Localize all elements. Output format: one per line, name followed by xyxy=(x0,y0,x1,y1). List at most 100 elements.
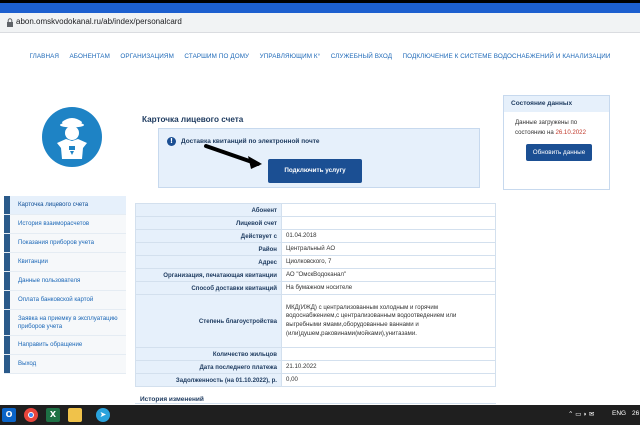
windows-taskbar: O X ➤ ⌃ ▭ ◗ ✉ ENG 26 xyxy=(0,405,640,425)
row-label: Лицевой счет xyxy=(135,216,282,230)
table-row: Способ доставки квитанций На бумажном нос… xyxy=(135,281,496,295)
sidebar-item-label: Направить обращение xyxy=(18,341,83,348)
status-line-1: Данные загружены по xyxy=(515,119,578,126)
row-value xyxy=(281,347,496,361)
table-row: Лицевой счет xyxy=(135,216,496,230)
file-explorer-icon[interactable] xyxy=(68,408,82,422)
row-label: Район xyxy=(135,242,282,256)
nav-subscribers[interactable]: АБОНЕНТАМ xyxy=(70,53,110,60)
nav-home[interactable]: ГЛАВНАЯ xyxy=(29,53,59,60)
row-value xyxy=(281,216,496,230)
account-info-table: Абонент Лицевой счет Действует с 01.04.20… xyxy=(135,203,496,387)
status-line-2: состоянию на 26.10.2022 xyxy=(515,129,586,136)
table-row: Степень благоустройства МКД(ИЖД) с центра… xyxy=(135,294,496,348)
table-row: Дата последнего платежа 21.10.2022 xyxy=(135,360,496,374)
sidebar-item-send-request[interactable]: Направить обращение xyxy=(4,336,126,355)
sidebar-item-settlement-history[interactable]: История взаиморасчетов xyxy=(4,215,126,234)
row-label: Действует с xyxy=(135,229,282,243)
sidebar-marker xyxy=(4,253,10,271)
lock-icon xyxy=(7,18,13,27)
table-row: Абонент xyxy=(135,203,496,217)
nav-organizations[interactable]: ОРГАНИЗАЦИЯМ xyxy=(120,53,174,60)
sidebar-item-receipts[interactable]: Квитанции xyxy=(4,253,126,272)
sidebar-item-meter-acceptance[interactable]: Заявка на приемку в эксплуатацию приборо… xyxy=(4,310,126,336)
sidebar-menu: Карточка лицевого счета История взаимора… xyxy=(4,196,126,374)
sidebar-marker xyxy=(4,291,10,309)
table-row: Количество жильцов xyxy=(135,347,496,361)
sidebar-marker xyxy=(4,272,10,290)
sidebar-item-label: Заявка на приемку в эксплуатацию приборо… xyxy=(18,314,118,330)
info-icon: ! xyxy=(167,137,176,146)
browser-window: abon.omskvodokanal.ru/ab/index/personalc… xyxy=(0,13,640,405)
sidebar-item-meter-readings[interactable]: Показания приборов учета xyxy=(4,234,126,253)
connect-service-button[interactable]: Подключить услугу xyxy=(268,159,362,183)
table-row: Задолженность (на 01.10.2022), р. 0,00 xyxy=(135,373,496,387)
row-value: 01.04.2018 xyxy=(281,229,496,243)
page-content: ГЛАВНАЯ АБОНЕНТАМ ОРГАНИЗАЦИЯМ СТАРШИМ П… xyxy=(0,33,640,405)
sidebar-marker xyxy=(4,196,10,214)
sidebar-item-account-card[interactable]: Карточка лицевого счета xyxy=(4,196,126,215)
sidebar-item-user-data[interactable]: Данные пользователя xyxy=(4,272,126,291)
status-date: 26.10.2022 xyxy=(555,129,586,136)
address-bar[interactable]: abon.omskvodokanal.ru/ab/index/personalc… xyxy=(0,13,640,33)
row-label: Способ доставки квитанций xyxy=(135,281,282,295)
user-avatar-logo xyxy=(42,107,102,167)
row-value: 21.10.2022 xyxy=(281,360,496,374)
table-row: Адрес Циолковского, 7 xyxy=(135,255,496,269)
table-row: Район Центральный АО xyxy=(135,242,496,256)
row-label: Задолженность (на 01.10.2022), р. xyxy=(135,373,282,387)
row-label: Дата последнего платежа xyxy=(135,360,282,374)
row-value: Циолковского, 7 xyxy=(281,255,496,269)
excel-icon[interactable]: X xyxy=(46,408,60,422)
table-row: Действует с 01.04.2018 xyxy=(135,229,496,243)
sidebar-item-label: История взаиморасчетов xyxy=(18,220,90,227)
nav-management-companies[interactable]: УПРАВЛЯЮЩИМ К° xyxy=(260,53,321,60)
browser-tab-strip xyxy=(0,3,640,13)
telegram-icon[interactable]: ➤ xyxy=(96,408,110,422)
sidebar-item-label: Оплата банковской картой xyxy=(18,296,94,303)
top-navigation: ГЛАВНАЯ АБОНЕНТАМ ОРГАНИЗАЦИЯМ СТАРШИМ П… xyxy=(0,45,640,63)
nav-connection[interactable]: ПОДКЛЮЧЕНИЕ К СИСТЕМЕ ВОДОСНАБЖЕНИЙ И КА… xyxy=(403,53,611,60)
row-value xyxy=(281,203,496,217)
chrome-icon[interactable] xyxy=(24,408,38,422)
sidebar-marker xyxy=(4,310,10,335)
language-indicator[interactable]: ENG xyxy=(612,410,626,417)
nav-house-seniors[interactable]: СТАРШИМ ПО ДОМУ xyxy=(184,53,249,60)
row-label: Абонент xyxy=(135,203,282,217)
row-value: На бумажном носителе xyxy=(281,281,496,295)
sidebar-marker xyxy=(4,215,10,233)
row-value: МКД(ИЖД) с централизованным холодным и г… xyxy=(281,294,496,348)
clock[interactable]: 26 xyxy=(632,410,639,417)
row-value: Центральный АО xyxy=(281,242,496,256)
sidebar-marker xyxy=(4,355,10,373)
tray-icons[interactable]: ⌃ ▭ ◗ ✉ xyxy=(568,410,594,418)
sidebar-marker xyxy=(4,234,10,252)
url-text[interactable]: abon.omskvodokanal.ru/ab/index/personalc… xyxy=(16,17,182,26)
sidebar-item-label: Выход xyxy=(18,360,37,367)
refresh-data-button[interactable]: Обновить данные xyxy=(526,144,592,161)
notice-text: Доставка квитанций по электронной почте xyxy=(181,138,320,145)
table-row: Организация, печатающая квитанции АО "Омс… xyxy=(135,268,496,282)
row-label: Организация, печатающая квитанции xyxy=(135,268,282,282)
sidebar-item-label: Квитанции xyxy=(18,258,48,265)
history-title: История изменений xyxy=(140,396,204,403)
row-value: 0,00 xyxy=(281,373,496,387)
user-avatar-icon xyxy=(57,118,87,159)
page-title: Карточка лицевого счета xyxy=(142,115,244,124)
data-status-panel: Состояние данных Данные загружены по сос… xyxy=(503,95,610,190)
status-title: Состояние данных xyxy=(504,96,609,112)
sidebar-item-label: Данные пользователя xyxy=(18,277,81,284)
sidebar-item-logout[interactable]: Выход xyxy=(4,355,126,374)
status-line-prefix: состоянию на xyxy=(515,129,556,136)
email-delivery-notice: ! Доставка квитанций по электронной почт… xyxy=(158,128,480,188)
row-value: АО "ОмскВодоканал" xyxy=(281,268,496,282)
sidebar-item-label: Показания приборов учета xyxy=(18,239,95,246)
sidebar-marker xyxy=(4,336,10,354)
outlook-icon[interactable]: O xyxy=(2,408,16,422)
nav-service-login[interactable]: СЛУЖЕБНЫЙ ВХОД xyxy=(331,53,392,60)
row-label: Количество жильцов xyxy=(135,347,282,361)
row-label: Степень благоустройства xyxy=(135,294,282,348)
row-label: Адрес xyxy=(135,255,282,269)
sidebar-item-card-payment[interactable]: Оплата банковской картой xyxy=(4,291,126,310)
sidebar-item-label: Карточка лицевого счета xyxy=(18,201,89,208)
